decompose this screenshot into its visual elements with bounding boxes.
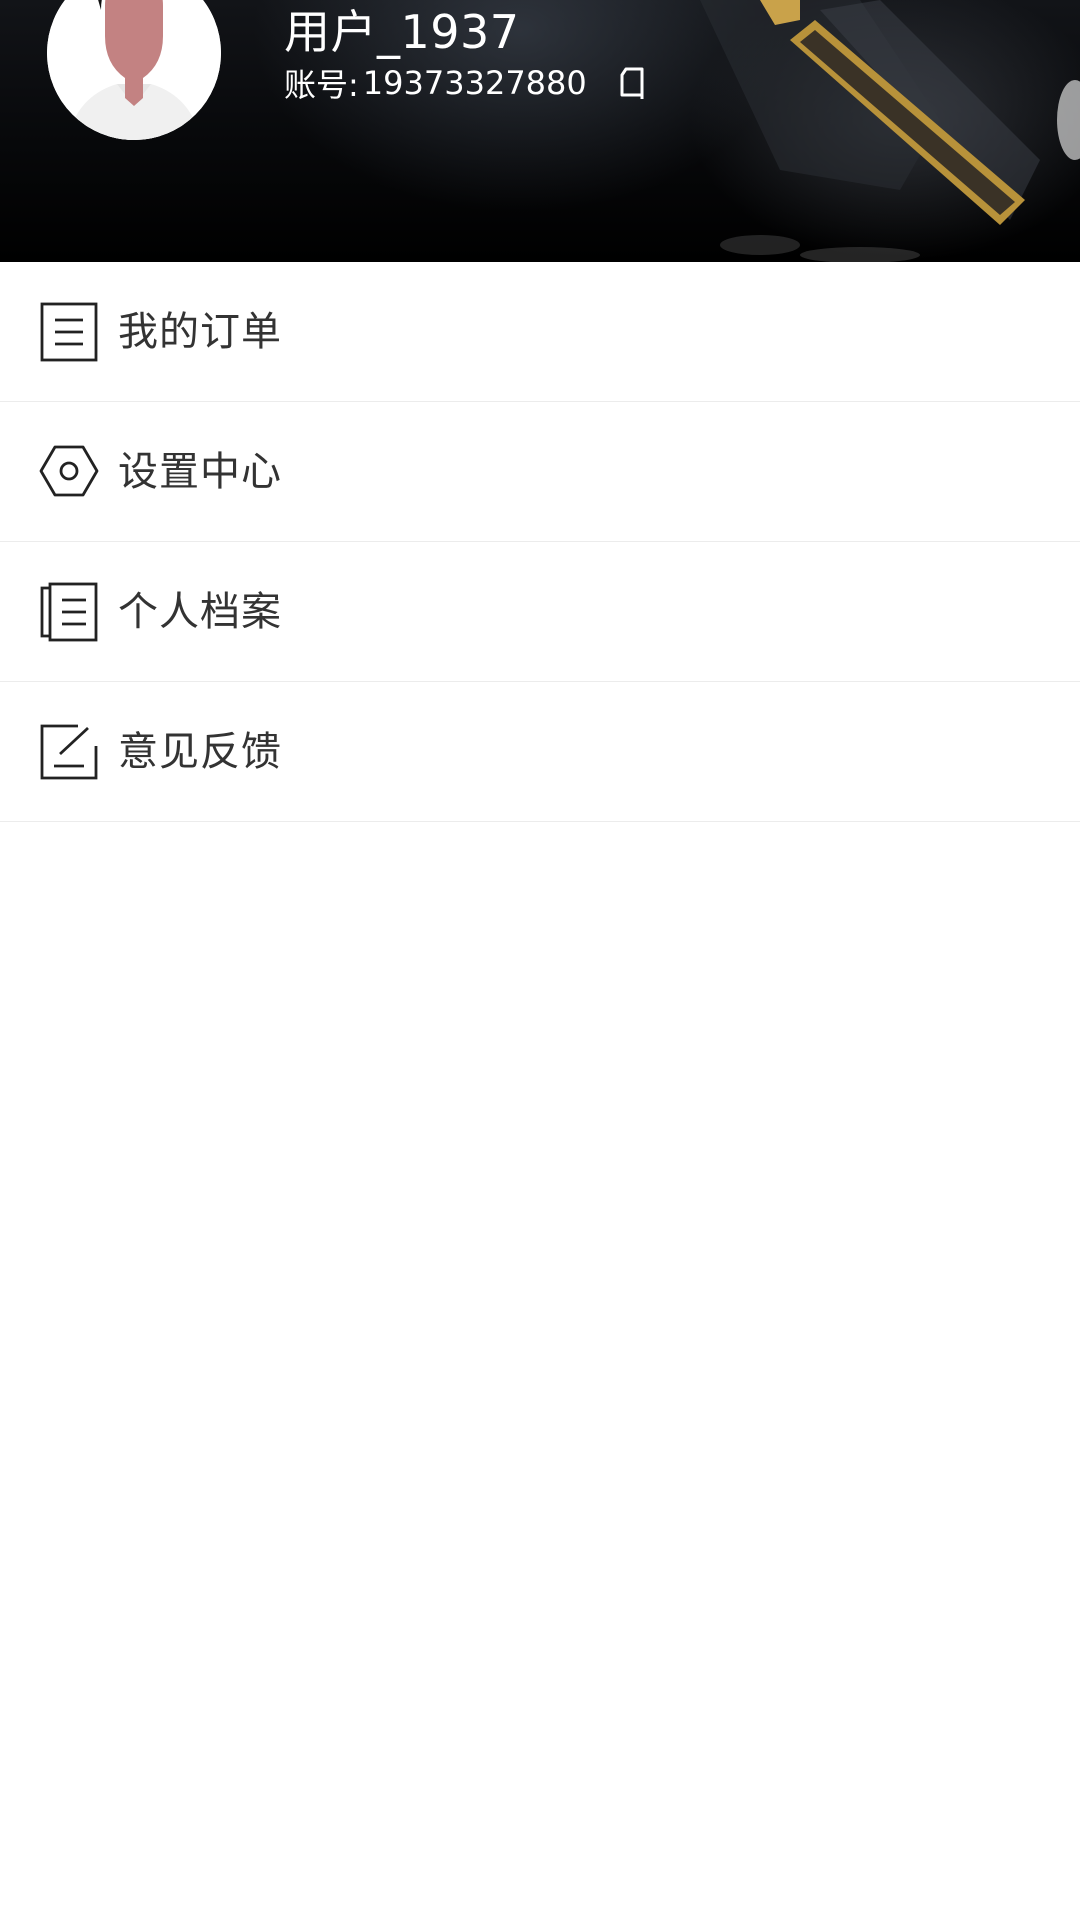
- menu-item-settings[interactable]: 设置中心: [0, 402, 1080, 542]
- menu-item-label: 意见反馈: [118, 729, 282, 775]
- account-number: 19373327880: [362, 64, 587, 102]
- menu-item-personal-profile[interactable]: 个人档案: [0, 542, 1080, 682]
- account-info: 账号: 19373327880: [284, 62, 647, 104]
- menu-item-label: 设置中心: [118, 449, 282, 495]
- user-name: 用户_1937: [284, 5, 520, 59]
- profile-page: 用户_1937 账号: 19373327880 我的订单 设置中心 个人档案 意…: [0, 0, 1080, 1920]
- order-list-icon: [40, 302, 98, 362]
- settings-hexagon-icon: [39, 445, 99, 497]
- menu-item-feedback[interactable]: 意见反馈: [0, 682, 1080, 822]
- account-label: 账号:: [284, 66, 359, 104]
- menu-list: 我的订单 设置中心 个人档案 意见反馈: [0, 262, 1080, 822]
- feedback-edit-icon: [40, 724, 98, 780]
- menu-item-label: 我的订单: [118, 309, 282, 355]
- profile-header: 用户_1937 账号: 19373327880: [0, 0, 1080, 262]
- menu-item-my-orders[interactable]: 我的订单: [0, 262, 1080, 402]
- copy-icon[interactable]: [617, 65, 647, 101]
- menu-item-label: 个人档案: [118, 589, 282, 635]
- profile-documents-icon: [40, 582, 98, 642]
